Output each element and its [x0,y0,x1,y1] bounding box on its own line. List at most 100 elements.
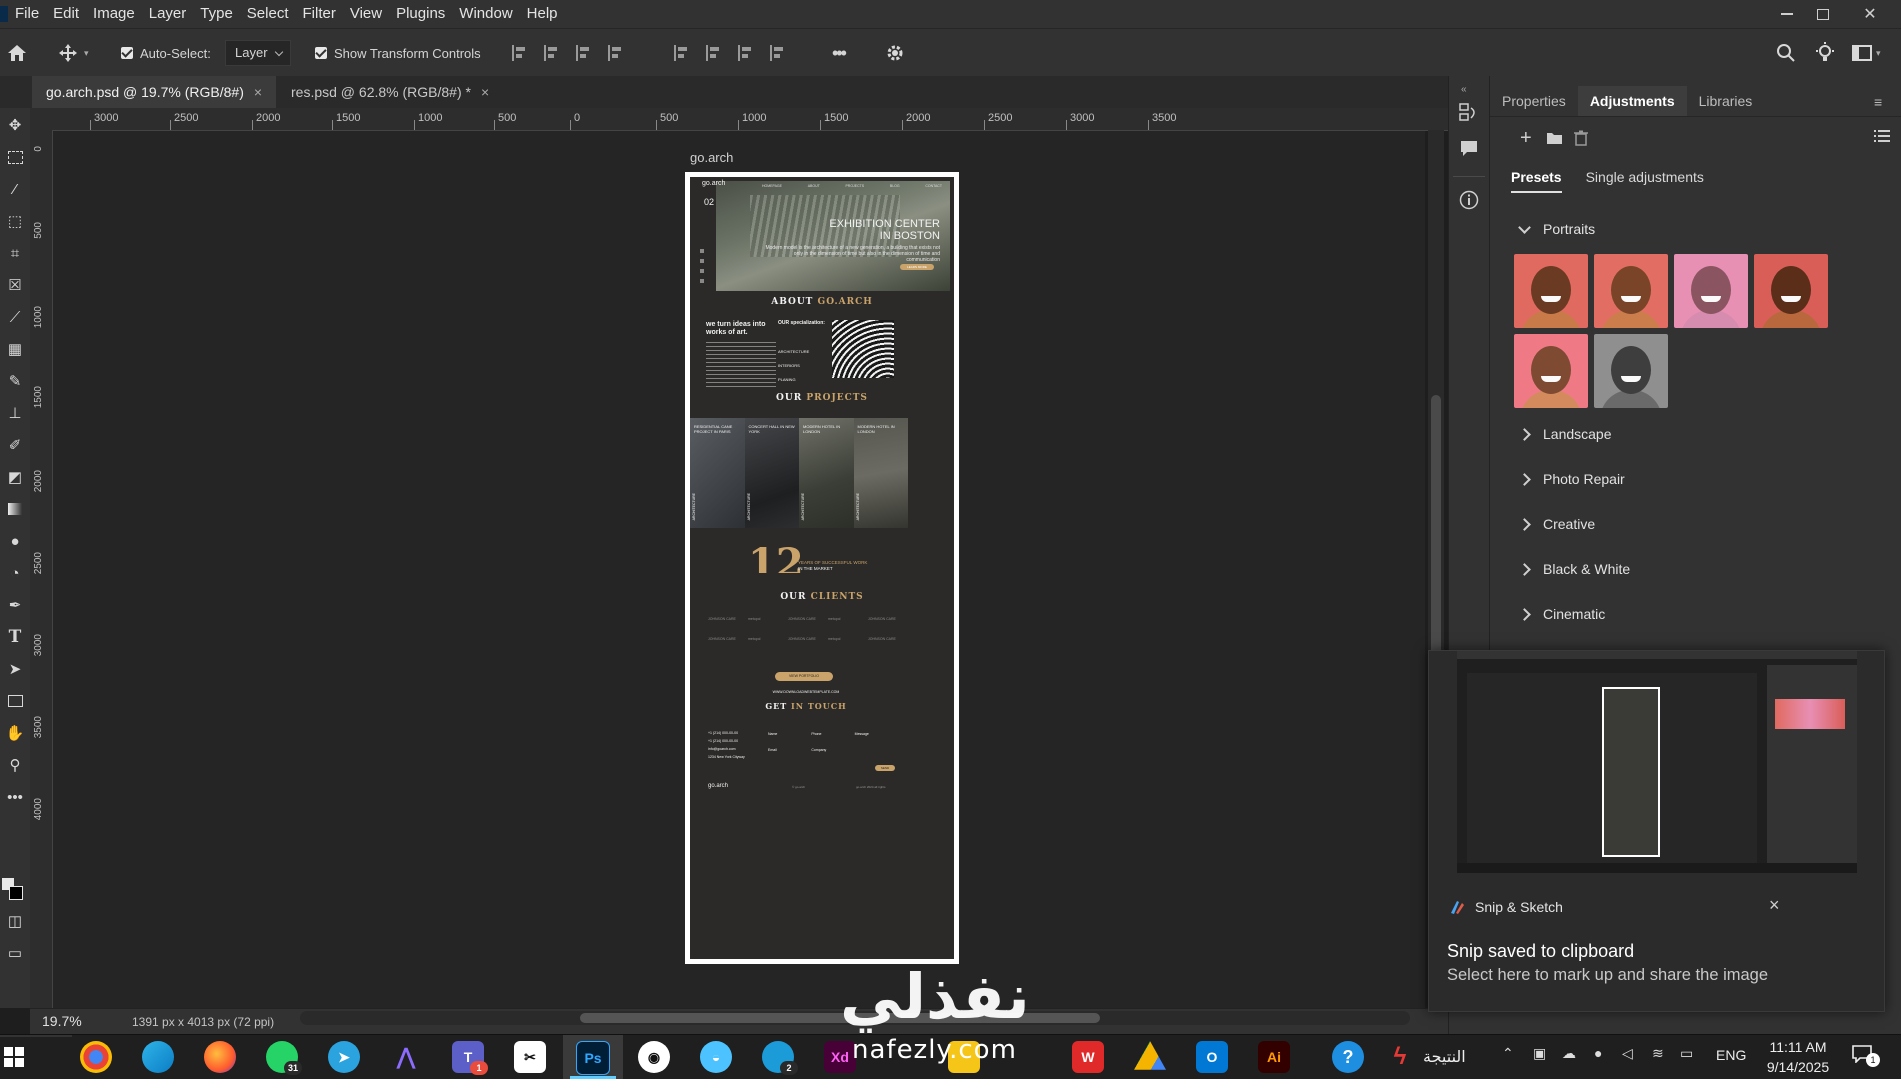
move-tool-button[interactable]: ▾ [58,29,89,77]
info-panel-button[interactable] [1459,190,1479,213]
edit-toolbar-button[interactable]: ••• [0,784,30,810]
snip-notification[interactable]: Snip & Sketch × Snip saved to clipboard … [1428,650,1885,1012]
shape-tool[interactable] [0,688,30,714]
subtab-presets[interactable]: Presets [1511,169,1562,193]
align-horizontal-center-icon[interactable] [544,45,560,61]
tab-res[interactable]: res.psd @ 62.8% (RGB/8#) * × [277,76,503,108]
eyedropper-tool[interactable]: ⟋ [0,304,30,330]
onedrive-icon[interactable]: ☁ [1562,1045,1576,1062]
whatsapp-icon[interactable]: 31 [266,1041,302,1075]
minimize-button[interactable] [1767,0,1807,28]
language-indicator[interactable]: ENG [1716,1047,1746,1063]
artboard-label[interactable]: go.arch [690,150,733,165]
scrollbar-thumb[interactable] [1431,395,1441,655]
panel-menu-icon[interactable]: ≡ [1874,94,1882,110]
help-icon[interactable]: ? [1332,1041,1364,1073]
pen-tool[interactable]: ✒ [0,592,30,618]
history-brush-tool[interactable]: ✐ [0,432,30,458]
gradient-tool[interactable] [0,496,30,522]
app-icon[interactable]: ◒ [700,1041,732,1073]
menu-help[interactable]: Help [520,0,565,28]
brush-tool[interactable]: ✎ [0,368,30,394]
quick-mask-button[interactable]: ◫ [0,908,30,934]
tab-libraries[interactable]: Libraries [1687,86,1765,116]
menu-image[interactable]: Image [86,0,142,28]
brand-icon[interactable]: ϟ [1384,1041,1416,1073]
auto-select-target-dropdown[interactable]: Layer [225,40,291,66]
menu-window[interactable]: Window [452,0,519,28]
edge-icon[interactable] [142,1041,174,1073]
firefox-icon[interactable] [204,1041,236,1073]
snip-close-button[interactable]: × [1769,895,1780,916]
volume-icon[interactable]: ◁ [1622,1045,1633,1062]
search-button[interactable] [1776,29,1796,77]
preset-thumbnail[interactable] [1514,254,1588,328]
marquee-tool[interactable] [0,144,30,170]
list-view-button[interactable] [1874,129,1890,146]
restore-button[interactable] [1803,0,1843,28]
telegram-icon[interactable]: ➤ [328,1041,360,1073]
settings-button[interactable] [885,29,905,77]
preset-thumbnail[interactable] [1514,334,1588,408]
hand-tool[interactable]: ✋ [0,720,30,746]
snip-preview[interactable] [1457,651,1857,873]
menu-select[interactable]: Select [240,0,296,28]
menu-plugins[interactable]: Plugins [389,0,452,28]
illustrator-icon[interactable]: Ai [1258,1041,1290,1073]
category-photo-repair[interactable]: Photo Repair [1518,471,1625,487]
type-tool[interactable]: T [0,624,30,650]
tab-adjustments[interactable]: Adjustments [1577,86,1687,116]
menu-view[interactable]: View [343,0,389,28]
background-color-swatch[interactable] [9,886,23,900]
show-transform-checkbox[interactable]: Show Transform Controls [315,29,481,77]
show-hidden-icons-button[interactable]: ⌃ [1502,1045,1514,1062]
teams-icon[interactable]: T1 [452,1041,488,1075]
github-icon[interactable]: ◉ [638,1041,670,1073]
battery-icon[interactable]: ▭ [1680,1045,1693,1062]
eraser-tool[interactable]: ◩ [0,464,30,490]
distribute-vertical-icon[interactable] [608,45,624,61]
align-right-icon[interactable] [576,45,592,61]
add-adjustment-button[interactable]: + [1520,128,1532,148]
align-top-icon[interactable] [674,45,690,61]
menu-filter[interactable]: Filter [296,0,343,28]
clock[interactable]: 11:11 AM 9/14/2025 [1760,1037,1836,1077]
zoom-tool[interactable]: ⚲ [0,752,30,778]
preset-thumbnail[interactable] [1594,334,1668,408]
outlook-icon[interactable]: O [1196,1041,1228,1073]
category-black-white[interactable]: Black & White [1518,561,1630,577]
menu-layer[interactable]: Layer [142,0,194,28]
category-portraits[interactable]: Portraits [1518,220,1595,237]
stamp-tool[interactable]: ⊥ [0,400,30,426]
artboard[interactable]: go.arch HOMEPAGE ABOUT PROJECTS BLOG CON… [685,172,959,964]
capcut-icon[interactable]: ✂ [514,1041,546,1073]
frame-tool[interactable]: ☒ [0,272,30,298]
photoshop-icon[interactable]: Ps [576,1041,610,1075]
close-tab-icon[interactable]: × [481,84,489,100]
wifi-icon[interactable]: ≋ [1652,1045,1664,1062]
microphone-icon[interactable]: ● [1594,1045,1602,1061]
close-window-button[interactable]: ✕ [1850,0,1890,28]
object-select-tool[interactable]: ⬚ [0,208,30,234]
collapse-icon[interactable]: « [1461,84,1467,95]
comments-panel-button[interactable] [1459,139,1479,162]
path-select-tool[interactable]: ➤ [0,656,30,682]
arc-icon[interactable]: ⋀ [390,1041,422,1073]
workspace-button[interactable]: ▾ [1852,29,1881,77]
menu-file[interactable]: File [8,0,46,28]
category-cinematic[interactable]: Cinematic [1518,606,1605,622]
more-options-button[interactable]: ••• [832,29,847,77]
notification-center-button[interactable]: 1 [1852,1045,1880,1067]
chrome-icon[interactable] [80,1041,112,1073]
magic-wand-tool[interactable]: ⁄ [0,176,30,202]
history-panel-button[interactable] [1459,102,1479,127]
discover-button[interactable] [1815,29,1835,77]
category-landscape[interactable]: Landscape [1518,426,1612,442]
tab-go-arch[interactable]: go.arch.psd @ 19.7% (RGB/8#) × [32,76,277,108]
taskbar-label[interactable]: النتيجة [1423,1047,1466,1066]
screen-mode-button[interactable]: ▭ [0,940,30,966]
subtab-single-adjustments[interactable]: Single adjustments [1586,169,1704,185]
dodge-tool[interactable]: ◔ [0,560,30,586]
preset-thumbnail[interactable] [1754,254,1828,328]
category-creative[interactable]: Creative [1518,516,1595,532]
